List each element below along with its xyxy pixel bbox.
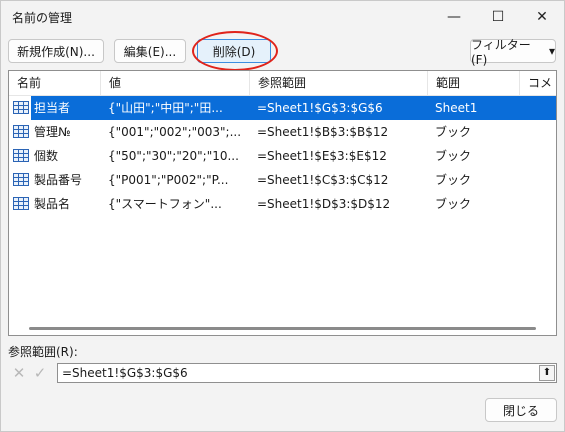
named-range-icon [13, 125, 29, 138]
collapse-icon: ⬆ [542, 367, 552, 378]
row-refers-to: =Sheet1!$G$3:$G$6 [257, 101, 383, 115]
table-row[interactable]: 製品名 {"スマートフォン"... =Sheet1!$D$3:$D$12 ブック [9, 192, 556, 216]
chevron-down-icon: ▾ [548, 44, 555, 58]
row-name: 製品名 [34, 197, 71, 211]
collapse-dialog-button[interactable]: ⬆ [539, 365, 555, 381]
row-scope: ブック [435, 173, 472, 187]
row-scope: ブック [435, 125, 472, 139]
row-value: {"山田";"中田";"田... [108, 101, 223, 115]
minimize-icon: — [447, 9, 461, 25]
row-value: {"001";"002";"003";... [108, 125, 242, 139]
column-header-value[interactable]: 値 [101, 71, 250, 95]
row-value: {"50";"30";"20";"10... [108, 149, 239, 163]
refers-to-input[interactable]: =Sheet1!$G$3:$G$6 ⬆ [57, 363, 557, 383]
close-window-button[interactable]: ✕ [520, 1, 564, 33]
refers-to-label: 参照範囲(R): [8, 345, 78, 359]
row-scope: Sheet1 [435, 101, 478, 115]
column-header-name[interactable]: 名前 [9, 71, 101, 95]
delete-button[interactable]: 削除(D) [197, 39, 271, 63]
table-row[interactable]: 管理№ {"001";"002";"003";... =Sheet1!$B$3:… [9, 120, 556, 144]
refers-to-value: =Sheet1!$G$3:$G$6 [62, 366, 188, 380]
filter-button[interactable]: フィルター(F) ▾ [470, 38, 556, 67]
named-range-icon [13, 173, 29, 186]
row-value: {"P001";"P002";"P... [108, 173, 229, 187]
row-refers-to: =Sheet1!$D$3:$D$12 [257, 197, 391, 211]
row-name: 担当者 [34, 101, 71, 115]
row-refers-to: =Sheet1!$B$3:$B$12 [257, 125, 389, 139]
row-scope: ブック [435, 197, 472, 211]
filter-label: フィルター(F) [471, 37, 531, 67]
list-header: 名前 値 参照範囲 範囲 コメ [9, 71, 556, 96]
names-list[interactable]: 名前 値 参照範囲 範囲 コメ 担当者 {"山田";"中田";"田... =Sh… [8, 70, 557, 336]
named-range-icon [13, 101, 29, 114]
row-name: 個数 [34, 149, 59, 163]
row-name: 管理№ [34, 125, 71, 139]
row-name: 製品番号 [34, 173, 83, 187]
confirm-edit-button[interactable]: ✓ [30, 363, 50, 383]
row-scope: ブック [435, 149, 472, 163]
column-header-comment[interactable]: コメ [520, 71, 556, 95]
cancel-icon: ✕ [12, 364, 26, 382]
maximize-icon: ☐ [491, 9, 505, 25]
name-manager-dialog: 名前の管理 — ☐ ✕ 新規作成(N)... 編集(E)... 削除(D) フィ… [0, 0, 565, 432]
table-row[interactable]: 担当者 {"山田";"中田";"田... =Sheet1!$G$3:$G$6 S… [9, 96, 556, 120]
table-row[interactable]: 個数 {"50";"30";"20";"10... =Sheet1!$E$3:$… [9, 144, 556, 168]
cancel-edit-button[interactable]: ✕ [9, 363, 29, 383]
edit-button[interactable]: 編集(E)... [114, 39, 186, 63]
named-range-icon [13, 197, 29, 210]
row-refers-to: =Sheet1!$C$3:$C$12 [257, 173, 389, 187]
column-header-scope[interactable]: 範囲 [428, 71, 520, 95]
title-bar: 名前の管理 — ☐ ✕ [1, 1, 564, 33]
dialog-title: 名前の管理 [12, 11, 73, 25]
row-value: {"スマートフォン"... [108, 197, 222, 211]
close-icon: ✕ [536, 9, 548, 25]
close-button[interactable]: 閉じる [485, 398, 557, 422]
maximize-button[interactable]: ☐ [476, 1, 520, 33]
horizontal-scrollbar[interactable] [29, 327, 536, 330]
table-row[interactable]: 製品番号 {"P001";"P002";"P... =Sheet1!$C$3:$… [9, 168, 556, 192]
checkmark-icon: ✓ [33, 364, 47, 382]
new-button[interactable]: 新規作成(N)... [8, 39, 104, 63]
minimize-button[interactable]: — [432, 1, 476, 33]
row-refers-to: =Sheet1!$E$3:$E$12 [257, 149, 387, 163]
column-header-refers-to[interactable]: 参照範囲 [250, 71, 428, 95]
named-range-icon [13, 149, 29, 162]
